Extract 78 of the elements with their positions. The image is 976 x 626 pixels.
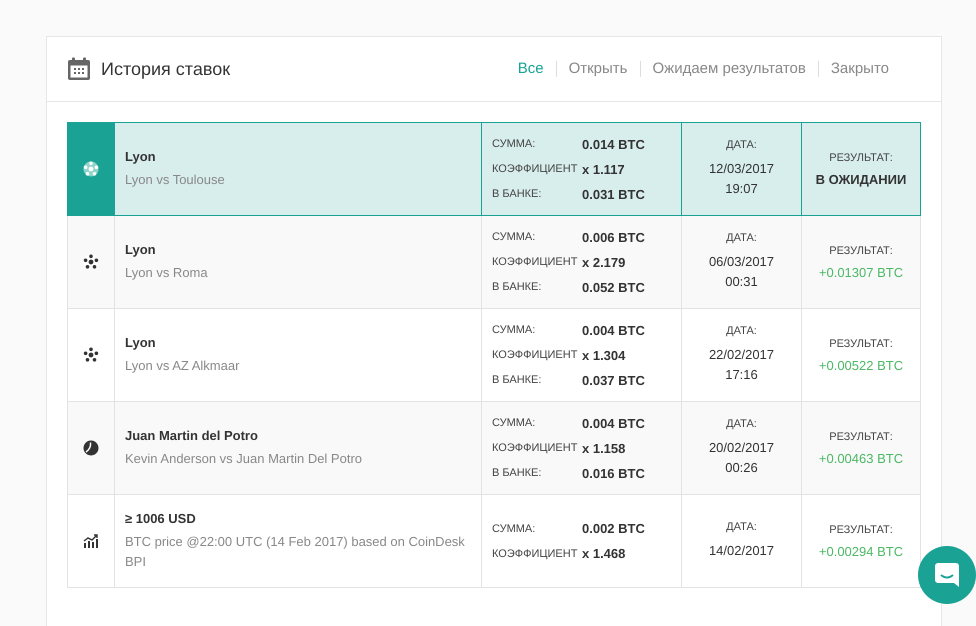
- tennis-ball-icon: [83, 440, 99, 456]
- bet-time: 17:16: [725, 366, 758, 384]
- bet-date: 14/02/2017: [708, 542, 774, 560]
- result-label: РЕЗУЛЬТАТ:: [829, 524, 893, 536]
- bet-row[interactable]: Lyon Lyon vs Toulouse СУММА: 0.014 BTC КОЭФФИЦИЕНТ x 1.117 В БАНКЕ: 0.031 BTC ДАТА: 12/03/2017 19:07 РЕЗУЛЬТАТ: В ОЖИДАНИИ: [67, 122, 921, 216]
- bet-title: Lyon: [125, 242, 157, 256]
- stake-value: x 2.179: [582, 254, 626, 270]
- bet-title: Lyon: [125, 148, 157, 164]
- stake-label: КОЭФФИЦИЕНТ: [492, 256, 578, 268]
- event-name: BTC price @22:00 UTC (14 Feb 2017) based on CoinDesk BPI: [125, 532, 466, 570]
- stake-label: СУММА:: [492, 138, 536, 150]
- stake-value: 0.037 BTC: [582, 372, 646, 388]
- bet-row[interactable]: Lyon Lyon vs AZ Alkmaar СУММА: 0.004 BTC КОЭФФИЦИЕНТ x 1.304 В БАНКЕ: 0.037 BTC ДАТА: 22/02/2017 17:16 РЕЗУЛЬТАТ: +0.00522 BTC: [67, 309, 921, 402]
- bet-title: ≥ 1006 USD: [125, 510, 197, 526]
- date-label: ДАТА:: [726, 232, 757, 244]
- card-title: История ставок: [101, 58, 230, 80]
- stake-label: В БАНКЕ:: [492, 467, 542, 479]
- rising-chart-icon: [83, 534, 99, 548]
- bet-date: 22/02/2017: [708, 346, 774, 364]
- stake-label: В БАНКЕ:: [492, 374, 542, 386]
- stake-label: СУММА:: [492, 522, 536, 534]
- stake-value: 0.052 BTC: [582, 280, 646, 294]
- bet-row[interactable]: Juan Martin del Potro Kevin Anderson vs Juan Martin Del Potro СУММА: 0.004 BTC КОЭФФИЦИЕНТ x 1.158 В БАНКЕ: 0.016 BTC ДАТА: 20/02/2017 00:26 РЕЗУЛЬТАТ: +0.00463 BTC: [67, 402, 921, 495]
- bet-date: 06/03/2017: [708, 253, 774, 271]
- stake-value: x 1.158: [582, 440, 626, 456]
- stake-value: 0.004 BTC: [582, 322, 646, 338]
- calendar-icon: [67, 57, 91, 81]
- stake-value: x 1.304: [582, 348, 626, 362]
- stake-value: 0.002 BTC: [582, 521, 646, 536]
- date-label: ДАТА:: [726, 139, 757, 151]
- bet-time: 00:26: [725, 459, 758, 477]
- result-label: РЕЗУЛЬТАТ:: [829, 338, 893, 350]
- bet-time: 19:07: [725, 180, 758, 198]
- bet-result: +0.00463 BTC: [818, 450, 904, 466]
- stake-label: В БАНКЕ:: [492, 281, 542, 293]
- result-label: РЕЗУЛЬТАТ:: [829, 152, 893, 164]
- stake-label: СУММА:: [492, 324, 536, 336]
- stake-label: СУММА:: [492, 231, 536, 243]
- date-label: ДАТА:: [726, 521, 757, 533]
- stake-value: 0.004 BTC: [582, 416, 646, 430]
- event-name: Lyon vs Toulouse: [125, 170, 226, 189]
- date-label: ДАТА:: [726, 325, 757, 337]
- stake-value: 0.016 BTC: [582, 466, 646, 480]
- date-label: ДАТА:: [726, 418, 757, 430]
- soccer-ball-icon: [83, 347, 99, 363]
- result-label: РЕЗУЛЬТАТ:: [829, 244, 893, 256]
- stake-label: СУММА:: [492, 417, 536, 429]
- stake-label: КОЭФФИЦИЕНТ: [492, 163, 578, 175]
- soccer-ball-icon: [83, 254, 99, 270]
- bet-title: Lyon: [125, 334, 157, 350]
- bet-result: В ОЖИДАНИИ: [816, 172, 906, 186]
- stake-label: В БАНКЕ:: [492, 188, 542, 200]
- stake-label: КОЭФФИЦИЕНТ: [492, 349, 578, 361]
- stake-value: 0.031 BTC: [582, 186, 646, 202]
- bet-result: +0.00522 BTC: [818, 358, 904, 372]
- event-name: Lyon vs Roma: [125, 264, 209, 282]
- soccer-ball-icon: [83, 161, 99, 177]
- stake-value: 0.006 BTC: [582, 230, 646, 244]
- stake-value: 0.014 BTC: [582, 136, 646, 152]
- event-name: Lyon vs AZ Alkmaar: [125, 356, 240, 375]
- bet-row[interactable]: Lyon Lyon vs Roma СУММА: 0.006 BTC КОЭФФИЦИЕНТ x 2.179 В БАНКЕ: 0.052 BTC ДАТА: 06/03/2017 00:31 РЕЗУЛЬТАТ: +0.01307 BTC: [67, 216, 921, 309]
- stake-label: КОЭФФИЦИЕНТ: [492, 442, 578, 454]
- filter-tab[interactable]: Закрыто: [818, 61, 901, 77]
- bet-date: 20/02/2017: [708, 439, 774, 457]
- stake-value: x 1.468: [582, 546, 626, 561]
- bet-row[interactable]: ≥ 1006 USD BTC price @22:00 UTC (14 Feb 2017) based on CoinDesk BPI СУММА: 0.002 BTC КОЭФФИЦИЕНТ x 1.468 ДАТА: 14/02/2017 РЕЗУЛЬТАТ: +0.00294 BTC: [67, 495, 921, 588]
- filter-tab[interactable]: Ожидаем результатов: [640, 61, 818, 77]
- stake-value: x 1.117: [582, 162, 626, 176]
- event-name: Kevin Anderson vs Juan Martin Del Potro: [125, 450, 364, 468]
- bet-date: 12/03/2017: [708, 160, 774, 178]
- chat-bubble-icon: [934, 562, 960, 588]
- bet-title: Juan Martin del Potro: [125, 428, 259, 442]
- filter-tab[interactable]: Открыть: [556, 61, 640, 77]
- stake-label: КОЭФФИЦИЕНТ: [492, 548, 578, 560]
- bet-result: +0.01307 BTC: [818, 264, 904, 280]
- result-label: РЕЗУЛЬТАТ:: [829, 430, 893, 442]
- bet-result: +0.00294 BTC: [818, 544, 904, 558]
- bet-time: 00:31: [725, 273, 758, 291]
